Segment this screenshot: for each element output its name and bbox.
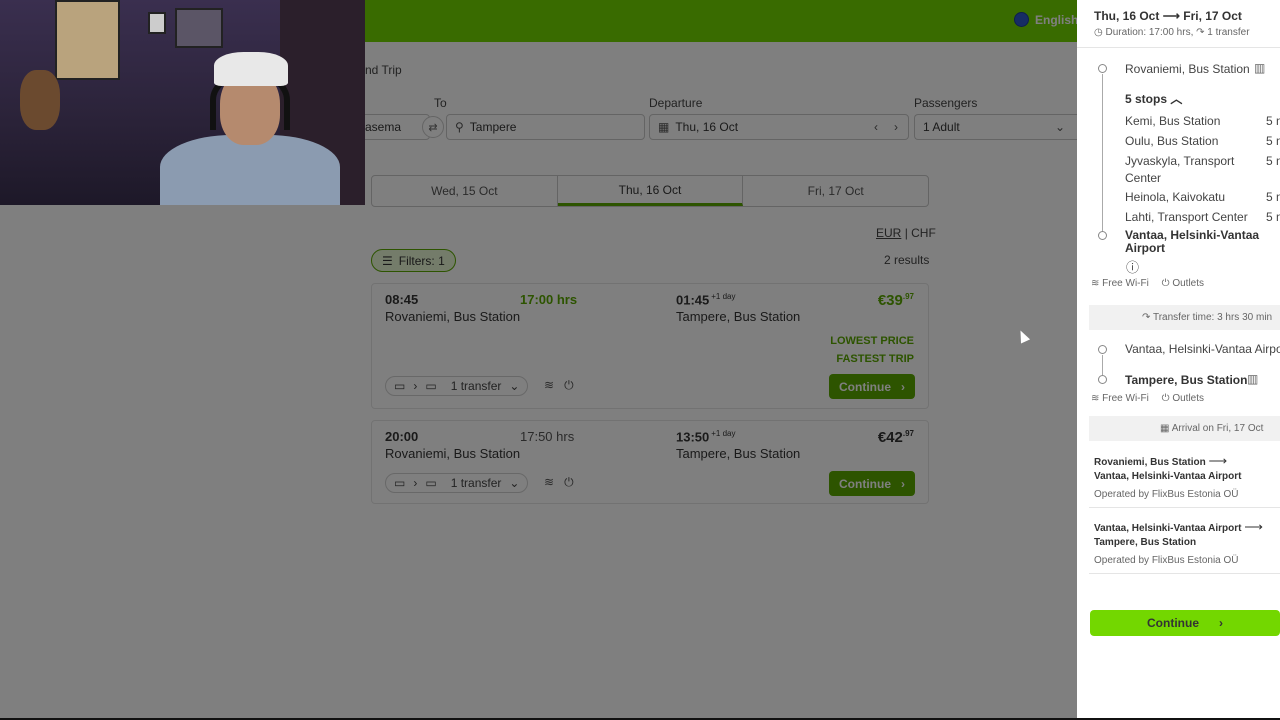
stop-dot	[1098, 231, 1107, 240]
person-body	[160, 135, 340, 205]
map-icon[interactable]: ▥	[1254, 61, 1265, 75]
operator-leg-to: Tampere, Bus Station	[1094, 537, 1197, 548]
stop-dot	[1098, 345, 1107, 354]
panel-title: Thu, 16 Oct ⟶ Fri, 17 Oct	[1094, 9, 1242, 23]
operator-name: Operated by FlixBus Estonia OÜ	[1094, 489, 1239, 500]
operator-leg-from: Vantaa, Helsinki-Vantaa Airport ⟶	[1094, 519, 1263, 535]
route-line	[1102, 355, 1103, 375]
plug-icon: ⏻	[1161, 278, 1173, 289]
stop-time: 5 n	[1266, 154, 1280, 168]
leg2-to: Tampere, Bus Station	[1125, 373, 1248, 387]
divider	[1089, 507, 1280, 508]
operator-leg-from: Rovaniemi, Bus Station ⟶	[1094, 453, 1227, 469]
wifi-label: Free Wi-Fi	[1102, 278, 1149, 289]
outlets-label: Outlets	[1172, 393, 1205, 404]
wall-frame	[148, 12, 166, 34]
stop-dot	[1098, 375, 1107, 384]
transfer-icon: ↷	[1142, 312, 1153, 323]
transfer-icon: ↷	[1196, 27, 1208, 38]
transfer-time-label: Transfer time: 3 hrs 30 min	[1152, 312, 1273, 323]
wifi-icon: ≋	[1091, 278, 1103, 289]
map-icon[interactable]: ▥	[1247, 372, 1258, 386]
leg2-amenities: ≋ Free Wi-Fi ⏻ Outlets	[1091, 393, 1204, 404]
stop-dot	[1098, 64, 1107, 73]
stop-name: Jyvaskyla, Transport	[1125, 154, 1235, 168]
arrow-right-icon: ⟶	[1244, 519, 1263, 534]
leg1-to-cont: Airport	[1125, 241, 1165, 255]
outlets-label: Outlets	[1172, 278, 1205, 289]
trip-details-panel: Thu, 16 Oct ⟶ Fri, 17 Oct ◷ Duration: 17…	[1077, 0, 1280, 718]
stop-time: 5 n	[1266, 114, 1280, 128]
stop-name: Oulu, Bus Station	[1125, 134, 1219, 148]
chevron-up-icon: ︿	[1170, 92, 1183, 106]
transfer-time: ↷ Transfer time: 3 hrs 30 min	[1142, 312, 1272, 323]
leg1-to: Vantaa, Helsinki-Vantaa	[1125, 228, 1260, 242]
transfer-box: ↷ Transfer time: 3 hrs 30 min	[1089, 305, 1280, 330]
panel-date-to: Fri, 17 Oct	[1183, 9, 1242, 23]
panel-date-from: Thu, 16 Oct	[1094, 9, 1160, 23]
stops-toggle[interactable]: 5 stops ︿	[1125, 90, 1182, 107]
leg1-amenities: ≋ Free Wi-Fi ⏻ Outlets	[1091, 278, 1204, 289]
arrival-label: Arrival on Fri, 17 Oct	[1171, 423, 1264, 434]
clock-icon: ◷	[1094, 27, 1106, 38]
webcam-feed	[0, 0, 365, 205]
wall-poster	[55, 0, 120, 80]
stop-time: 5 n	[1266, 210, 1280, 224]
route-line	[1102, 74, 1103, 232]
arrival-info: ▦ Arrival on Fri, 17 Oct	[1160, 423, 1263, 434]
panel-summary: ◷ Duration: 17:00 hrs, ↷ 1 transfer	[1094, 27, 1250, 38]
wifi-icon: ≋	[1091, 393, 1103, 404]
info-icon[interactable]: ⓘ	[1126, 257, 1139, 276]
stop-time: 5 n	[1266, 190, 1280, 204]
arrow-right-icon: ⟶	[1208, 453, 1228, 468]
toy-monkey	[20, 70, 60, 130]
arrival-box: ▦ Arrival on Fri, 17 Oct	[1089, 416, 1280, 441]
stops-label: 5 stops	[1125, 92, 1168, 106]
stop-name: Lahti, Transport Center	[1125, 210, 1248, 224]
stop-name: Kemi, Bus Station	[1125, 114, 1221, 128]
operator-name: Operated by FlixBus Estonia OÜ	[1094, 555, 1239, 566]
panel-duration: Duration: 17:00 hrs,	[1105, 27, 1194, 38]
wifi-label: Free Wi-Fi	[1102, 393, 1149, 404]
operator-from-label: Rovaniemi, Bus Station	[1094, 457, 1206, 468]
stop-time: 5 n	[1266, 134, 1280, 148]
continue-label: Continue	[1147, 616, 1199, 630]
chevron-right-icon: ›	[1219, 616, 1223, 630]
panel-header: Thu, 16 Oct ⟶ Fri, 17 Oct ◷ Duration: 17…	[1077, 0, 1280, 48]
stop-name: Heinola, Kaivokatu	[1125, 190, 1226, 204]
wall-frame	[175, 8, 223, 48]
person-cap	[214, 52, 288, 86]
panel-transfers: 1 transfer	[1207, 27, 1250, 38]
leg1-from: Rovaniemi, Bus Station	[1125, 62, 1250, 76]
operator-from-label: Vantaa, Helsinki-Vantaa Airport	[1094, 523, 1242, 534]
stop-name-cont: Center	[1125, 171, 1162, 185]
panel-continue-button[interactable]: Continue ›	[1090, 610, 1280, 636]
leg2-from: Vantaa, Helsinki-Vantaa Airport	[1125, 342, 1280, 356]
calendar-icon: ▦	[1160, 423, 1172, 434]
arrow-right-icon: ⟶	[1162, 9, 1184, 23]
plug-icon: ⏻	[1161, 393, 1173, 404]
operator-leg-to: Vantaa, Helsinki-Vantaa Airport	[1094, 471, 1242, 482]
divider	[1089, 573, 1280, 574]
